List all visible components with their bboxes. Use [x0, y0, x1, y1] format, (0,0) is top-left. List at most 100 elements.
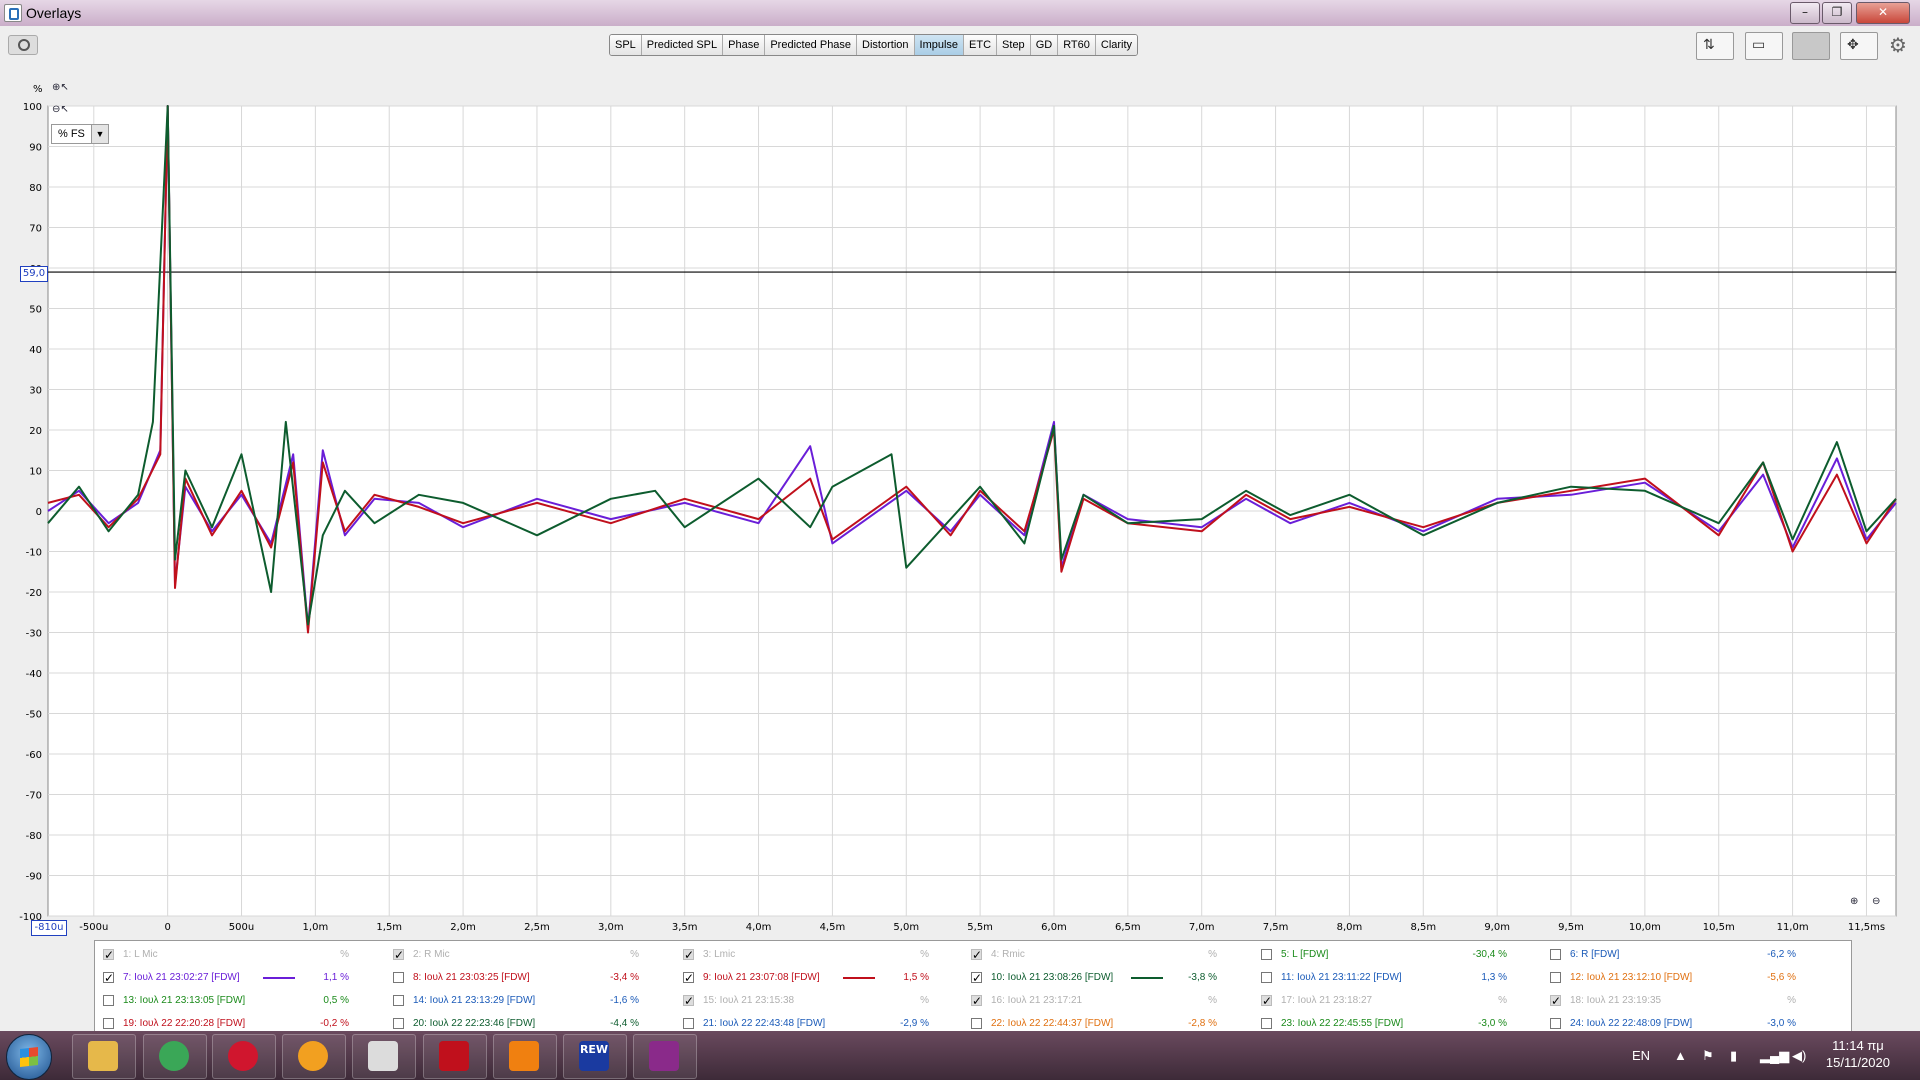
x-tick-label: 4,0m: [746, 922, 772, 933]
color-scheme-button[interactable]: [1792, 32, 1830, 60]
legend-item[interactable]: 9: Ιουλ 21 23:07:08 [FDW] 1,5 %: [683, 968, 929, 988]
volume-icon[interactable]: ◀): [1792, 1048, 1806, 1064]
legend-checkbox[interactable]: [1261, 949, 1272, 960]
zoom-out-icon[interactable]: ⊖↖: [52, 104, 69, 118]
impulse-chart[interactable]: 1009080706050403020100-10-20-30-40-50-60…: [0, 64, 1920, 942]
taskbar-explorer-button[interactable]: [72, 1034, 136, 1079]
taskbar-rew-button[interactable]: REW: [563, 1034, 627, 1079]
tab-distortion[interactable]: Distortion: [857, 35, 915, 55]
x-zoom-in-icon[interactable]: ⊕: [1850, 896, 1866, 910]
legend-item[interactable]: 11: Ιουλ 21 23:11:22 [FDW] 1,3 %: [1261, 968, 1507, 988]
legend-checkbox[interactable]: [393, 945, 404, 965]
legend-item[interactable]: 1: L Mic%: [103, 945, 349, 965]
legend-checkbox[interactable]: [1261, 972, 1272, 983]
taskbar-vlc-button[interactable]: [493, 1034, 557, 1079]
tab-spl[interactable]: SPL: [610, 35, 642, 55]
legend-color-swatch[interactable]: [843, 977, 875, 979]
language-indicator[interactable]: EN: [1632, 1048, 1650, 1063]
legend-item[interactable]: 17: Ιουλ 21 23:18:27%: [1261, 991, 1507, 1011]
legend-checkbox[interactable]: [1550, 972, 1561, 983]
maximize-button[interactable]: ❐: [1822, 2, 1852, 24]
legend-checkbox[interactable]: [103, 1018, 114, 1029]
legend-checkbox[interactable]: [1550, 1018, 1561, 1029]
tab-phase[interactable]: Phase: [723, 35, 766, 55]
close-button[interactable]: ✕: [1856, 2, 1910, 24]
legend-checkbox[interactable]: [103, 995, 114, 1006]
legend-checkbox[interactable]: [683, 968, 694, 988]
legend-item[interactable]: 2: R Mic%: [393, 945, 639, 965]
legend-checkbox[interactable]: [393, 1018, 404, 1029]
legend-item[interactable]: 7: Ιουλ 21 23:02:27 [FDW] 1,1 %: [103, 968, 349, 988]
legend-color-swatch[interactable]: [263, 977, 295, 979]
x-start-label[interactable]: -810u: [31, 920, 67, 936]
legend-item[interactable]: 14: Ιουλ 21 23:13:29 [FDW] -1,6 %: [393, 991, 639, 1011]
tab-etc[interactable]: ETC: [964, 35, 998, 55]
legend-checkbox[interactable]: [683, 991, 694, 1011]
legend-item[interactable]: 3: Lmic%: [683, 945, 929, 965]
legend-item[interactable]: 8: Ιουλ 21 23:03:25 [FDW] -3,4 %: [393, 968, 639, 988]
settings-gear-icon[interactable]: ⚙: [1886, 33, 1910, 57]
flag-icon[interactable]: ⚑: [1702, 1048, 1714, 1064]
tab-step[interactable]: Step: [997, 35, 1031, 55]
x-zoom-out-icon[interactable]: ⊖: [1872, 896, 1888, 910]
legend-checkbox[interactable]: [1261, 1018, 1272, 1029]
legend-checkbox[interactable]: [971, 945, 982, 965]
taskbar-chrome-button[interactable]: [143, 1034, 207, 1079]
y-tick-label: 40: [29, 345, 42, 356]
taskbar: REW EN ▲ ⚑ ▮ ▂▄▆ ◀) 11:14 πμ 15/11/2020: [0, 1031, 1920, 1080]
cursor-value-label[interactable]: 59,0: [20, 266, 48, 282]
tab-predicted-phase[interactable]: Predicted Phase: [765, 35, 858, 55]
tab-impulse[interactable]: Impulse: [914, 35, 965, 55]
clock[interactable]: 11:14 πμ 15/11/2020: [1826, 1037, 1890, 1071]
legend-checkbox[interactable]: [971, 1018, 982, 1029]
legend-item[interactable]: 5: L [FDW] -30,4 %: [1261, 945, 1507, 965]
legend-item[interactable]: 16: Ιουλ 21 23:17:21%: [971, 991, 1217, 1011]
taskbar-opera-button[interactable]: [212, 1034, 276, 1079]
legend-checkbox[interactable]: [393, 995, 404, 1006]
zoom-in-icon[interactable]: ⊕↖: [52, 82, 69, 96]
legend-item-label: 12: Ιουλ 21 23:12:10 [FDW]: [1570, 972, 1693, 983]
legend-color-swatch[interactable]: [1131, 977, 1163, 979]
screenshot-camera-icon[interactable]: [8, 35, 38, 55]
taskbar-winrar-button[interactable]: [633, 1034, 697, 1079]
x-tick-label: 2,5m: [524, 922, 550, 933]
legend-item-label: 14: Ιουλ 21 23:13:29 [FDW]: [413, 995, 536, 1006]
graph-layout-button[interactable]: ▭: [1745, 32, 1783, 60]
scale-select[interactable]: % FS ▼: [51, 124, 109, 144]
minimize-button[interactable]: –: [1790, 2, 1820, 24]
legend-checkbox[interactable]: [103, 968, 114, 988]
taskbar-notepad-button[interactable]: [352, 1034, 416, 1079]
legend-item[interactable]: 6: R [FDW] -6,2 %: [1550, 945, 1796, 965]
legend-item[interactable]: 10: Ιουλ 21 23:08:26 [FDW] -3,8 %: [971, 968, 1217, 988]
legend-checkbox[interactable]: [393, 972, 404, 983]
start-button[interactable]: [6, 1034, 52, 1080]
battery-icon[interactable]: ▮: [1730, 1048, 1737, 1064]
impulse-plot[interactable]: % 1009080706050403020100-10-20-30-40-50-…: [0, 64, 1920, 942]
legend-checkbox[interactable]: [683, 945, 694, 965]
legend-item[interactable]: 18: Ιουλ 21 23:19:35%: [1550, 991, 1796, 1011]
network-icon[interactable]: ▂▄▆: [1760, 1048, 1789, 1064]
legend-item[interactable]: 13: Ιουλ 21 23:13:05 [FDW] 0,5 %: [103, 991, 349, 1011]
align-traces-button[interactable]: ⇅: [1696, 32, 1734, 60]
legend-item[interactable]: 15: Ιουλ 21 23:15:38%: [683, 991, 929, 1011]
tab-rt60[interactable]: RT60: [1058, 35, 1096, 55]
tab-clarity[interactable]: Clarity: [1095, 35, 1138, 55]
tab-gd[interactable]: GD: [1030, 35, 1059, 55]
clock-date: 15/11/2020: [1825, 1055, 1890, 1070]
legend-checkbox[interactable]: [1261, 991, 1272, 1011]
legend-item[interactable]: 4: Rmic%: [971, 945, 1217, 965]
legend-checkbox[interactable]: [1550, 991, 1561, 1011]
fit-axes-button[interactable]: ✥: [1840, 32, 1878, 60]
legend-checkbox[interactable]: [971, 991, 982, 1011]
legend-checkbox[interactable]: [971, 968, 982, 988]
taskbar-red-app-button[interactable]: [423, 1034, 487, 1079]
tab-predicted-spl[interactable]: Predicted SPL: [641, 35, 724, 55]
legend-checkbox[interactable]: [103, 945, 114, 965]
tray-expand-icon[interactable]: ▲: [1674, 1048, 1687, 1063]
taskbar-avast-browser-button[interactable]: [282, 1034, 346, 1079]
legend-checkbox[interactable]: [683, 1018, 694, 1029]
legend-checkbox[interactable]: [1550, 949, 1561, 960]
legend-item[interactable]: 12: Ιουλ 21 23:12:10 [FDW] -5,6 %: [1550, 968, 1796, 988]
legend-item-label: 6: R [FDW]: [1570, 949, 1620, 960]
chevron-down-icon: ▼: [91, 125, 108, 143]
